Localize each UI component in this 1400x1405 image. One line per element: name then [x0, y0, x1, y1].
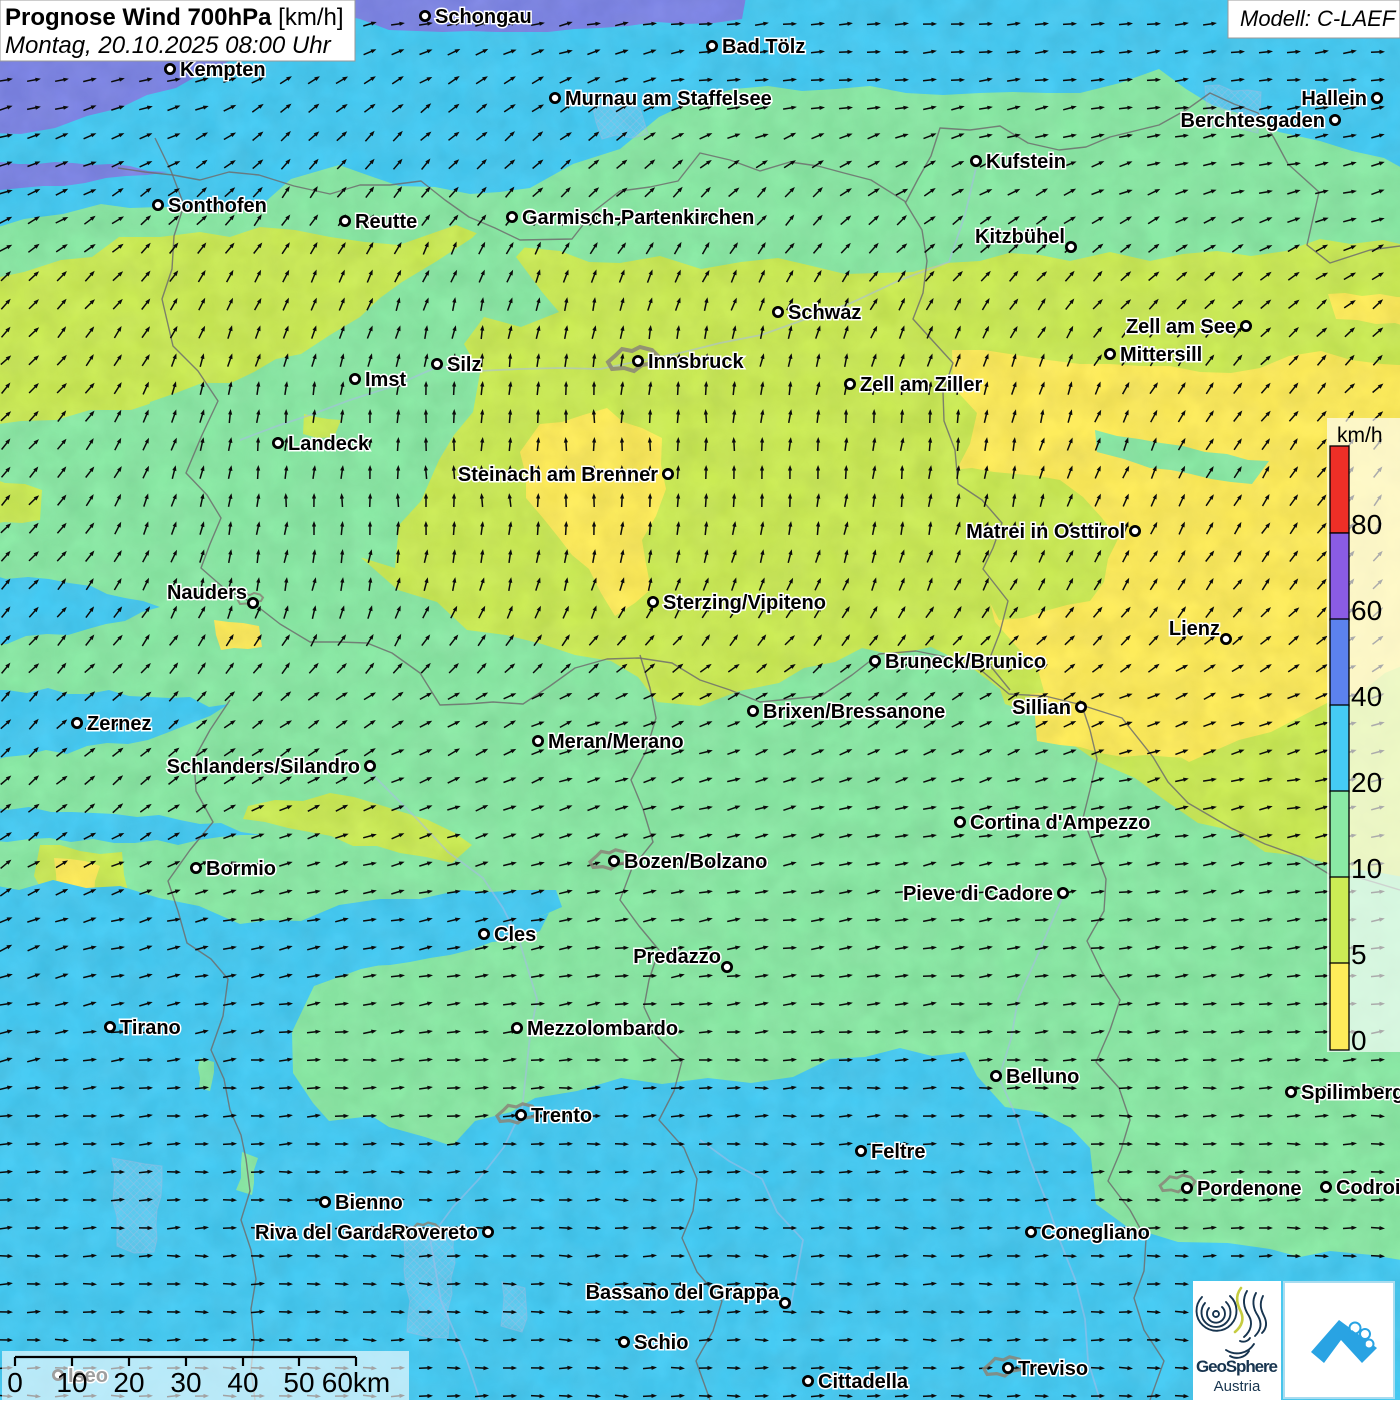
svg-text:Matrei in Osttirol: Matrei in Osttirol — [966, 521, 1125, 543]
svg-text:Silz: Silz — [447, 354, 481, 376]
svg-text:Hallein: Hallein — [1301, 88, 1367, 110]
svg-text:Predazzo: Predazzo — [633, 946, 721, 968]
svg-text:Landeck: Landeck — [288, 433, 370, 455]
svg-text:Cles: Cles — [494, 924, 536, 946]
svg-text:60km: 60km — [322, 1367, 390, 1398]
svg-text:Schwaz: Schwaz — [788, 302, 861, 324]
svg-text:Schlanders/Silandro: Schlanders/Silandro — [167, 756, 360, 778]
svg-text:Bassano del Grappa: Bassano del Grappa — [586, 1282, 780, 1304]
svg-text:Bormio: Bormio — [206, 858, 276, 880]
svg-text:Bozen/Bolzano: Bozen/Bolzano — [624, 851, 767, 873]
svg-text:Zernez: Zernez — [87, 713, 151, 735]
svg-text:Kitzbühel: Kitzbühel — [975, 226, 1065, 248]
svg-text:Kufstein: Kufstein — [986, 151, 1066, 173]
svg-text:Murnau am Staffelsee: Murnau am Staffelsee — [565, 88, 772, 110]
svg-text:10: 10 — [56, 1367, 87, 1398]
svg-text:Schongau: Schongau — [435, 6, 532, 28]
svg-text:Bad Tölz: Bad Tölz — [722, 36, 805, 58]
svg-text:Brixen/Bressanone: Brixen/Bressanone — [763, 701, 945, 723]
svg-text:Lienz: Lienz — [1169, 618, 1220, 640]
svg-text:Berchtesgaden: Berchtesgaden — [1181, 110, 1326, 132]
svg-text:Rovereto: Rovereto — [391, 1222, 478, 1244]
svg-text:0: 0 — [1351, 1025, 1367, 1056]
svg-text:GeoSphere: GeoSphere — [1196, 1357, 1278, 1376]
svg-text:40: 40 — [227, 1367, 258, 1398]
svg-text:Zell am Ziller: Zell am Ziller — [860, 374, 982, 396]
svg-text:Meran/Merano: Meran/Merano — [548, 731, 684, 753]
svg-text:30: 30 — [170, 1367, 201, 1398]
svg-text:0: 0 — [7, 1367, 23, 1398]
svg-text:Sillian: Sillian — [1012, 697, 1071, 719]
svg-text:Pieve di Cadore: Pieve di Cadore — [903, 883, 1053, 905]
svg-text:Zell am See: Zell am See — [1126, 316, 1236, 338]
svg-text:Riva del Garda: Riva del Garda — [255, 1222, 396, 1244]
svg-text:Garmisch-Partenkirchen: Garmisch-Partenkirchen — [522, 207, 754, 229]
svg-text:Spilimbergo: Spilimbergo — [1301, 1082, 1400, 1104]
svg-text:Feltre: Feltre — [871, 1141, 925, 1163]
svg-text:Imst: Imst — [365, 369, 406, 391]
svg-text:Mittersill: Mittersill — [1120, 344, 1202, 366]
svg-text:Conegliano: Conegliano — [1041, 1222, 1150, 1244]
svg-text:Belluno: Belluno — [1006, 1066, 1079, 1088]
svg-text:Trento: Trento — [531, 1105, 592, 1127]
svg-text:Sterzing/Vipiteno: Sterzing/Vipiteno — [663, 592, 826, 614]
svg-text:10: 10 — [1351, 853, 1382, 884]
svg-text:Tirano: Tirano — [120, 1017, 181, 1039]
svg-text:20: 20 — [1351, 767, 1382, 798]
svg-text:Austria: Austria — [1214, 1378, 1261, 1395]
svg-text:Montag, 20.10.2025 08:00 Uhr: Montag, 20.10.2025 08:00 Uhr — [5, 32, 332, 59]
svg-text:Nauders: Nauders — [167, 582, 247, 604]
svg-text:Kempten: Kempten — [180, 59, 266, 81]
svg-text:50: 50 — [283, 1367, 314, 1398]
svg-text:Steinach am Brenner: Steinach am Brenner — [458, 464, 658, 486]
svg-text:60: 60 — [1351, 595, 1382, 626]
svg-text:Prognose Wind 700hPa [km/h]: Prognose Wind 700hPa [km/h] — [5, 4, 344, 31]
svg-text:Pordenone: Pordenone — [1197, 1178, 1301, 1200]
svg-text:80: 80 — [1351, 509, 1382, 540]
svg-text:Reutte: Reutte — [355, 211, 417, 233]
svg-text:Sonthofen: Sonthofen — [168, 195, 267, 217]
svg-text:Codroipo: Codroipo — [1336, 1177, 1400, 1199]
svg-text:Schio: Schio — [634, 1332, 688, 1354]
svg-text:Bienno: Bienno — [335, 1192, 403, 1214]
svg-text:Innsbruck: Innsbruck — [648, 351, 744, 373]
svg-text:5: 5 — [1351, 939, 1367, 970]
svg-text:Cittadella: Cittadella — [818, 1371, 909, 1393]
svg-text:Modell: C-LAEF: Modell: C-LAEF — [1240, 6, 1397, 31]
svg-text:Mezzolombardo: Mezzolombardo — [527, 1018, 678, 1040]
svg-text:km/h: km/h — [1337, 424, 1383, 447]
svg-text:Bruneck/Brunico: Bruneck/Brunico — [885, 651, 1046, 673]
svg-text:Cortina d'Ampezzo: Cortina d'Ampezzo — [970, 812, 1150, 834]
svg-text:40: 40 — [1351, 681, 1382, 712]
svg-text:20: 20 — [113, 1367, 144, 1398]
svg-text:Treviso: Treviso — [1018, 1358, 1088, 1380]
